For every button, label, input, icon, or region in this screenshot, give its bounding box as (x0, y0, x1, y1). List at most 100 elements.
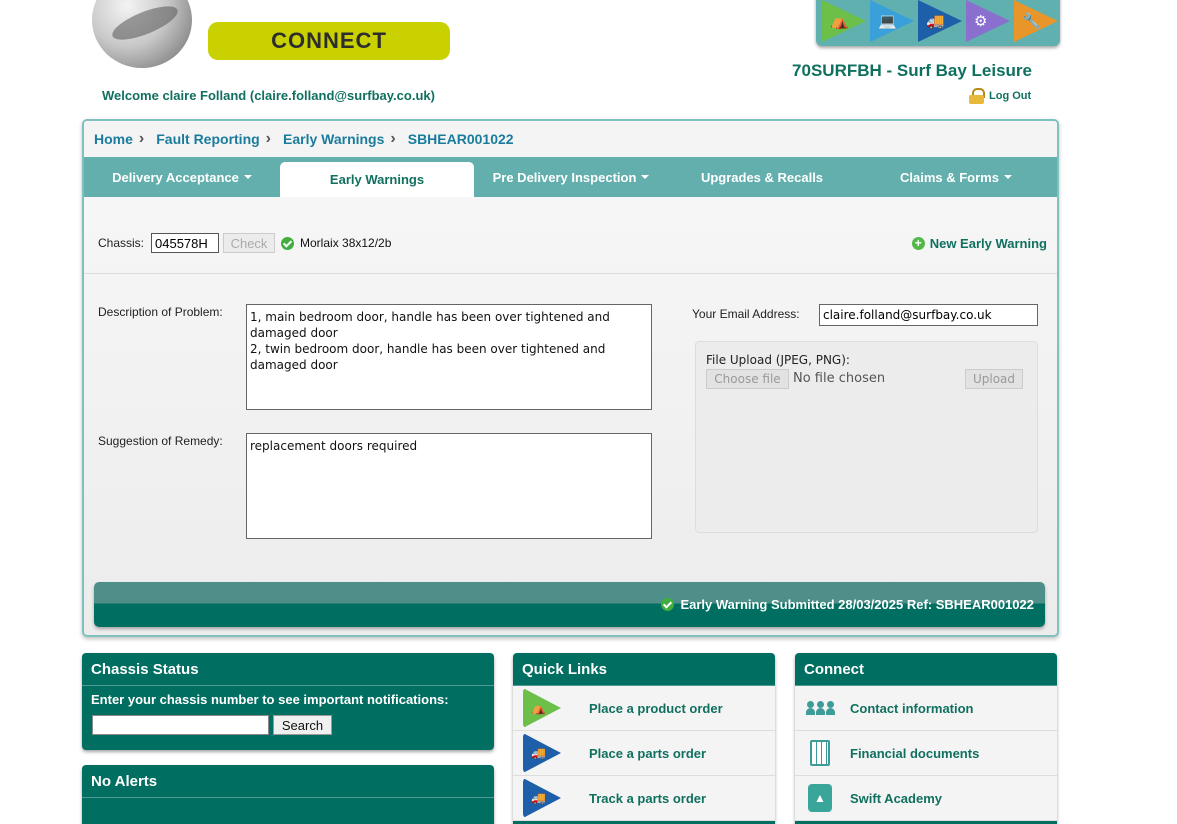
page: SWIFT CONNECT Welcome claire Folland (cl… (0, 0, 1177, 824)
app-icon-glyph: 💻 (878, 13, 897, 30)
tab-delivery-acceptance[interactable]: Delivery Acceptance (84, 157, 280, 197)
quick-links-list: ⛺ Place a product order 🚚 Place a parts … (513, 686, 775, 821)
connect-label: Swift Academy (850, 790, 942, 806)
tools-icon[interactable]: 🔧 (1014, 0, 1058, 42)
connect-title: Connect (795, 653, 1057, 686)
alerts-title: No Alerts (82, 765, 494, 798)
chassis-input[interactable] (151, 233, 220, 253)
early-warning-panel: Home › Fault Reporting › Early Warnings › S… (82, 119, 1059, 637)
person-figure (815, 701, 825, 715)
plus-circle-icon: + (911, 237, 925, 250)
chassis-search-row: Search (82, 707, 494, 743)
connect-list: Contact information Financial documents … (795, 686, 1057, 821)
upload-button[interactable]: Upload (965, 369, 1023, 389)
email-field[interactable] (819, 304, 1038, 326)
quick-links-box: Quick Links ⛺ Place a product order 🚚 Pl… (513, 653, 775, 824)
file-upload-label: File Upload (JPEG, PNG): (706, 353, 850, 367)
caret-down-icon (243, 175, 252, 179)
delivery-truck-icon: 🚚 (523, 778, 561, 818)
connect-box: Connect Contact information Financial do… (795, 653, 1057, 824)
app-icon-glyph: ⚙ (974, 13, 988, 30)
file-upload-box: File Upload (JPEG, PNG): Choose file No … (695, 341, 1038, 533)
success-message: Early Warning Submitted 28/03/2025 Ref: … (655, 597, 1034, 612)
logout-label: Log Out (989, 90, 1032, 102)
chassis-row: Chassis: Check Morlaix 38x12/2b (98, 233, 391, 253)
chevron-right-icon: › (265, 130, 271, 147)
description-textarea[interactable]: 1, main bedroom door, handle has been ov… (246, 304, 652, 410)
connect-label: Contact information (850, 700, 974, 716)
delivery-truck-icon: 🚚 (523, 733, 561, 773)
chassis-model: Morlaix 38x12/2b (300, 236, 392, 250)
app-icon-glyph: 🚚 (926, 13, 945, 30)
breadcrumb-home[interactable]: Home (94, 131, 133, 147)
chassis-status-box: Chassis Status Enter your chassis number… (82, 653, 494, 750)
divider (84, 273, 1057, 274)
breadcrumb-early-warnings[interactable]: Early Warnings (283, 131, 384, 147)
logo-wordmark: SWIFT (208, 0, 448, 12)
quick-link-track-order[interactable]: 🚚 Track a parts order (513, 776, 775, 821)
tab-early-warnings[interactable]: Early Warnings (280, 162, 474, 197)
swift-swallow-logo-icon (92, 0, 192, 68)
description-label: Description of Problem: (98, 305, 223, 319)
tab-label: Claims & Forms (900, 169, 999, 185)
tab-upgrades-recalls[interactable]: Upgrades & Recalls (668, 157, 856, 197)
tab-label: Early Warnings (329, 172, 425, 187)
tab-claims-forms[interactable]: Claims & Forms (856, 157, 1056, 197)
caret-down-icon (641, 175, 650, 179)
person-figure (825, 701, 835, 715)
quick-links-title: Quick Links (513, 653, 775, 686)
new-early-warning-link[interactable]: + New Early Warning (911, 236, 1047, 251)
check-circle-icon (281, 236, 295, 250)
success-message-text: Early Warning Submitted 28/03/2025 Ref: … (680, 597, 1034, 612)
chassis-label: Chassis: (98, 236, 145, 250)
tab-pre-delivery-inspection[interactable]: Pre Delivery Inspection (474, 157, 668, 197)
chevron-right-icon: › (138, 130, 145, 147)
choose-file-button[interactable]: Choose file (706, 369, 789, 389)
chevron-right-icon: › (390, 130, 396, 147)
connect-swift-academy[interactable]: ▲ Swift Academy (795, 776, 1057, 821)
quick-link-label: Place a product order (589, 700, 723, 716)
tab-label: Delivery Acceptance (112, 169, 239, 185)
breadcrumb: Home › Fault Reporting › Early Warnings › S… (84, 121, 1057, 157)
remedy-label: Suggestion of Remedy: (98, 434, 223, 448)
new-early-warning-label: New Early Warning (929, 236, 1047, 251)
calculator-icon (805, 740, 835, 766)
quick-link-label: Track a parts order (589, 790, 707, 806)
academy-badge: ▲ (808, 784, 832, 812)
app-icon-glyph: ⛺ (830, 13, 849, 30)
delivery-truck-icon[interactable]: 🚚 (918, 0, 962, 42)
search-button[interactable]: Search (273, 715, 332, 735)
caravan-icon: ⛺ (523, 688, 561, 728)
tab-label: Upgrades & Recalls (700, 169, 824, 185)
breadcrumb-fault-reporting[interactable]: Fault Reporting (156, 131, 259, 147)
app-shortcuts-bar: ⛺ 💻 🚚 ⚙ 🔧 (816, 0, 1060, 46)
chassis-search-input[interactable] (92, 715, 269, 735)
connect-label: Financial documents (850, 745, 980, 761)
connect-contact-information[interactable]: Contact information (795, 686, 1057, 731)
alerts-box: No Alerts (82, 765, 494, 824)
quick-link-parts-order[interactable]: 🚚 Place a parts order (513, 731, 775, 776)
app-icon-glyph: 🔧 (1022, 13, 1041, 30)
quick-link-product-order[interactable]: ⛺ Place a product order (513, 686, 775, 731)
swift-connect-logo[interactable]: SWIFT CONNECT (90, 0, 460, 72)
breadcrumb-current[interactable]: SBHEAR001022 (408, 131, 514, 147)
logout-link[interactable]: Log Out (969, 88, 1031, 104)
check-button[interactable]: Check (223, 233, 276, 253)
connect-financial-documents[interactable]: Financial documents (795, 731, 1057, 776)
remedy-textarea[interactable]: replacement doors required (246, 433, 652, 539)
people-icon-figures (805, 701, 835, 715)
academy-icon: ▲ (805, 784, 835, 812)
check-circle-icon (661, 598, 675, 611)
settings-cogs-icon[interactable]: ⚙ (966, 0, 1010, 42)
laptop-icon[interactable]: 💻 (870, 0, 914, 42)
calculator-shape (810, 740, 830, 766)
success-banner: Early Warning Submitted 28/03/2025 Ref: … (94, 582, 1045, 627)
chassis-status-prompt: Enter your chassis number to see importa… (91, 692, 449, 707)
quick-link-label: Place a parts order (589, 745, 707, 761)
product-order-icon[interactable]: ⛺ (822, 0, 866, 42)
welcome-message: Welcome claire Folland (claire.folland@s… (102, 88, 435, 103)
main-tabs: Delivery Acceptance Early Warnings Pre D… (84, 157, 1057, 197)
caret-down-icon (1003, 175, 1012, 179)
no-file-chosen-text: No file chosen (793, 371, 886, 386)
people-icon (805, 701, 835, 715)
